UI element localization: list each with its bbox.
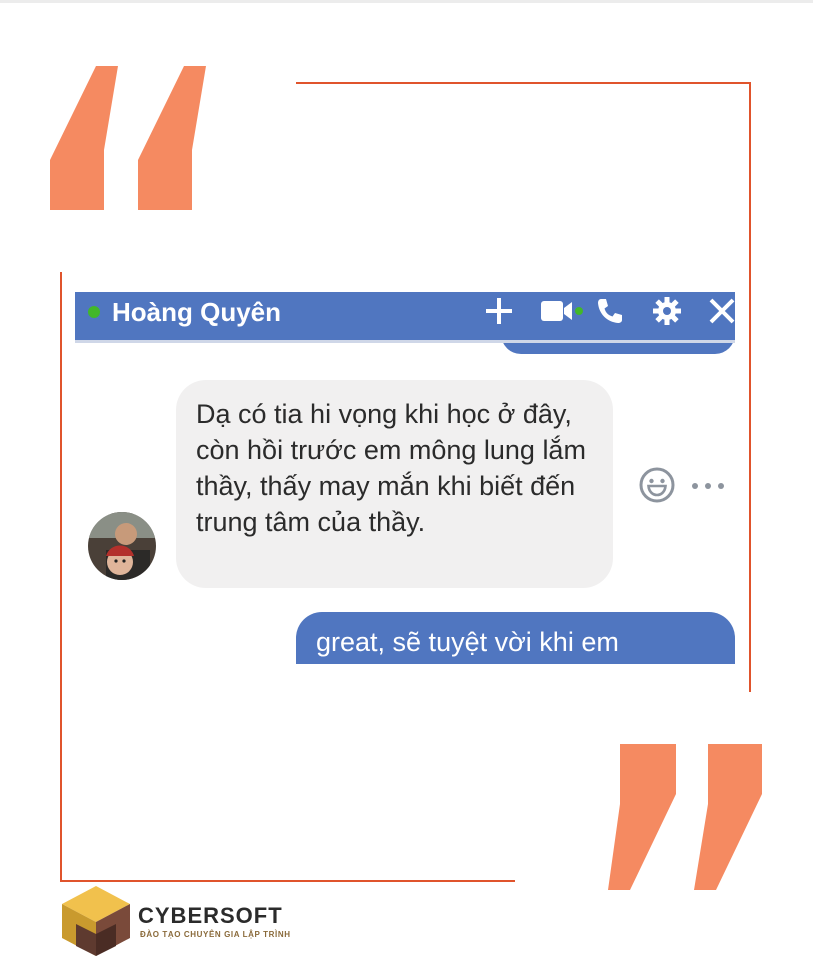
contact-name[interactable]: Hoàng Quyên bbox=[112, 296, 281, 328]
settings-gear-icon[interactable] bbox=[652, 296, 682, 326]
opening-quote-icon bbox=[50, 66, 206, 210]
frame-line-right bbox=[749, 82, 751, 692]
plus-icon[interactable] bbox=[484, 296, 514, 326]
closing-quote-icon bbox=[608, 744, 762, 890]
chat-window: Hoàng Quyên Dạ có tia hi vọng khi học ở … bbox=[75, 292, 735, 664]
brand-name: CYBERSOFT bbox=[138, 903, 283, 928]
close-icon[interactable] bbox=[708, 296, 735, 326]
outgoing-message-bubble[interactable]: great, sẽ tuyệt vời khi em bbox=[296, 612, 735, 664]
contact-avatar[interactable] bbox=[88, 512, 156, 580]
incoming-message-bubble[interactable]: Dạ có tia hi vọng khi học ở đây, còn hồi… bbox=[176, 380, 613, 588]
frame-line-top bbox=[296, 82, 751, 84]
more-options-icon[interactable] bbox=[691, 482, 727, 490]
top-border bbox=[0, 0, 813, 3]
video-call-icon[interactable] bbox=[539, 296, 585, 326]
chat-header: Hoàng Quyên bbox=[75, 292, 735, 343]
online-status-icon bbox=[88, 306, 100, 318]
frame-line-left bbox=[60, 272, 62, 882]
phone-icon[interactable] bbox=[595, 296, 625, 326]
cybersoft-logo-icon bbox=[62, 886, 130, 956]
brand-tagline: ĐÀO TẠO CHUYÊN GIA LẬP TRÌNH bbox=[140, 930, 291, 939]
react-emoji-icon[interactable] bbox=[638, 466, 676, 504]
frame-line-bottom bbox=[60, 880, 515, 882]
